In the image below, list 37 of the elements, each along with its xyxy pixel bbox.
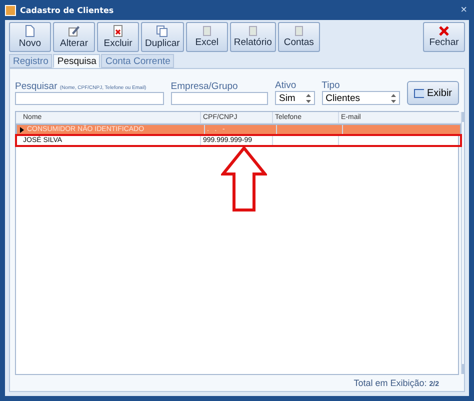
tab[interactable]: Registro [9,54,52,68]
field-label: Ativo [274,80,296,91]
tab[interactable]: Conta Corrente [101,54,174,68]
show-button[interactable]: Exibir [407,81,460,105]
active-select[interactable]: Sim [274,91,315,105]
copy-icon [156,25,168,37]
window-title: Cadastro de Clientes [20,6,115,14]
field-label: Tipo [322,80,340,91]
field-label: Empresa/Grupo [170,81,238,92]
toolbar-button[interactable]: Alterar [53,22,95,52]
close-button[interactable]: Fechar [423,22,465,52]
company-field[interactable] [170,92,268,105]
document-icon [25,25,35,37]
close-button[interactable]: × [458,4,469,16]
scrollbar[interactable] [461,112,464,374]
toolbar-button[interactable]: Duplicar [141,22,184,52]
close-icon [439,26,449,36]
delete-document-icon [113,25,123,37]
toolbar-button[interactable]: Relatório [230,22,276,52]
toolbar-button[interactable]: Excluir [97,22,139,52]
up-arrow-annotation [221,146,267,212]
toolbar-button[interactable]: Novo [9,22,51,52]
spin-arrows-icon [391,94,396,102]
type-select[interactable]: Clientes [322,91,400,105]
window-icon [414,88,424,98]
document-icon [294,26,303,36]
spin-arrows-icon [306,94,311,102]
row-pointer-icon [20,126,24,132]
toolbar-button[interactable]: Contas [278,22,320,52]
field-label: Pesquisar [15,81,58,92]
search-field[interactable] [15,92,164,105]
toolbar-button[interactable]: Excel [186,22,228,52]
pencil-icon [68,25,80,37]
document-icon [202,26,211,36]
document-icon [248,26,257,36]
app-icon [5,4,16,16]
tab[interactable]: Pesquisa [53,54,100,68]
